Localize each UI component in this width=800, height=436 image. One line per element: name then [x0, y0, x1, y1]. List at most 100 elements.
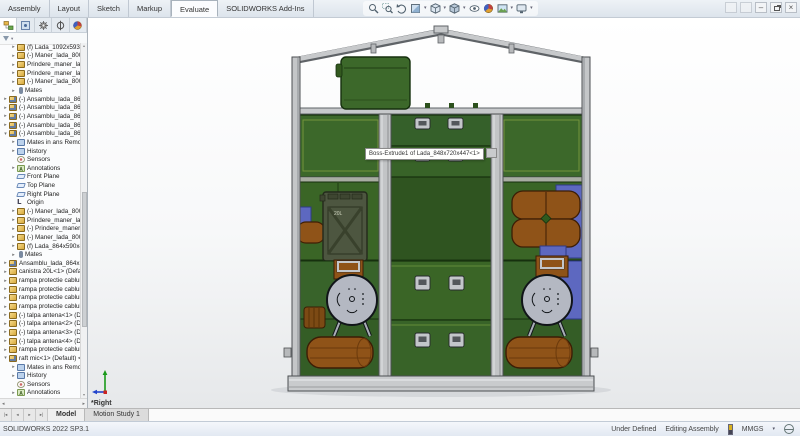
tree-item[interactable]: Sensors [0, 155, 80, 164]
zoom-to-fit-icon[interactable] [368, 3, 379, 14]
tree-item[interactable]: ▸ Mates in ans Remorca [0, 138, 80, 147]
tree-item[interactable]: ▸ rampa protectie cablului<1> [0, 276, 80, 285]
tree-item[interactable]: ▸ (-) talpa antena<1> (Defau [0, 311, 80, 320]
minimize-button[interactable]: – [755, 2, 767, 13]
tree-item[interactable]: ▸ (f) Lada_1092x593x394 [0, 43, 80, 52]
expand-arrow-icon[interactable]: ▸ [10, 165, 17, 171]
close-button[interactable]: × [785, 2, 797, 13]
expand-arrow-icon[interactable]: ▾ [2, 131, 9, 137]
expand-arrow-icon[interactable]: ▸ [2, 113, 9, 119]
section-view-icon[interactable] [410, 3, 421, 14]
tree-item[interactable]: ▸ History [0, 371, 80, 380]
units-caret-icon[interactable]: ▾ [772, 426, 775, 432]
configurationmanager-tab[interactable] [35, 18, 52, 32]
previous-view-icon[interactable] [396, 3, 407, 14]
expand-arrow-icon[interactable]: ▸ [10, 217, 17, 223]
expand-arrow-icon[interactable]: ▸ [10, 148, 17, 154]
expand-arrow-icon[interactable]: ▸ [2, 329, 9, 335]
toolbar-caret-icon[interactable]: ▾ [424, 1, 427, 16]
jerry-can[interactable]: 20L [320, 192, 367, 261]
propertymanager-tab[interactable] [17, 18, 34, 32]
tab-nav-button[interactable]: ▸ [24, 409, 36, 421]
tree-item[interactable]: ▸ (-) Maner_lada_800x47 [0, 233, 80, 242]
globe-icon[interactable] [784, 424, 794, 434]
help-button[interactable] [740, 2, 752, 13]
tab-nav-button[interactable]: ◂ [12, 409, 24, 421]
ribbon-tab[interactable]: Layout [50, 0, 90, 17]
expand-arrow-icon[interactable]: ▸ [10, 53, 17, 59]
expand-arrow-icon[interactable]: ▸ [10, 208, 17, 214]
tree-item[interactable]: ▸ Mates in ans Remorca [0, 363, 80, 372]
expand-arrow-icon[interactable]: ▸ [2, 260, 9, 266]
featuremanager-tab[interactable] [0, 18, 17, 32]
tree-item[interactable]: Right Plane [0, 190, 80, 199]
expand-arrow-icon[interactable]: ▸ [2, 321, 9, 327]
top-crate[interactable] [336, 57, 410, 109]
tree-item[interactable]: ▸ Prindere_maner_lada_8 [0, 60, 80, 69]
editing-mode-label[interactable]: Editing Assembly [665, 426, 718, 433]
tree-item[interactable]: ▸ rampa protectie cablului<5> [0, 345, 80, 354]
tree-item[interactable]: ▸ Mates [0, 86, 80, 95]
tree-item[interactable]: Front Plane [0, 173, 80, 182]
tree-item[interactable]: ▸ (-) talpa antena<2> (Defau [0, 320, 80, 329]
tree-item[interactable]: ▸ (-) Prindere_maner_lad [0, 224, 80, 233]
expand-arrow-icon[interactable]: ▸ [2, 347, 9, 353]
expand-arrow-icon[interactable]: ▸ [10, 70, 17, 76]
scroll-left-icon[interactable]: ◂ [2, 401, 5, 407]
ribbon-tab[interactable]: Sketch [89, 0, 129, 17]
center-crates[interactable] [390, 261, 492, 377]
displaymanager-tab[interactable] [70, 18, 87, 32]
trailer-roof[interactable] [293, 26, 589, 61]
display-style-icon[interactable] [449, 3, 460, 14]
upper-crates[interactable] [298, 115, 584, 177]
expand-arrow-icon[interactable]: ▸ [10, 88, 17, 94]
tree-item[interactable]: ▸ canistra 20L<1> (Default) < [0, 268, 80, 277]
collapse-ribbon-button[interactable] [725, 2, 737, 13]
expand-arrow-icon[interactable]: ▸ [2, 278, 9, 284]
tree-item[interactable]: ▸ Annotations [0, 389, 80, 398]
scrollbar-thumb[interactable] [82, 192, 87, 327]
tab-nav-button[interactable]: ▸| [36, 409, 48, 421]
expand-arrow-icon[interactable]: ▸ [10, 234, 17, 240]
expand-arrow-icon[interactable]: ▸ [2, 304, 9, 310]
tree-item[interactable]: ▸ (-) Maner_lada_800x47 [0, 52, 80, 61]
edit-appearance-icon[interactable] [483, 3, 494, 14]
document-tab[interactable]: Model [48, 409, 85, 421]
expand-arrow-icon[interactable]: ▸ [2, 122, 9, 128]
dimxpertmanager-tab[interactable] [52, 18, 69, 32]
ribbon-tab[interactable]: Assembly [0, 0, 50, 17]
toolbar-caret-icon[interactable]: ▾ [463, 1, 466, 16]
view-settings-icon[interactable] [516, 3, 527, 14]
ribbon-tab[interactable]: Markup [129, 0, 171, 17]
tree-item[interactable]: ▸ Mates [0, 250, 80, 259]
lower-items[interactable] [298, 246, 584, 377]
handle-box-right[interactable] [536, 256, 568, 277]
assembly-3d-model[interactable]: 20L [88, 18, 800, 408]
scroll-up-icon[interactable]: ▴ [81, 43, 87, 49]
expand-arrow-icon[interactable]: ▸ [10, 364, 17, 370]
expand-arrow-icon[interactable]: ▸ [10, 44, 17, 50]
tree-item[interactable]: ▸ (-) Maner_lada_800x47 [0, 207, 80, 216]
document-tab[interactable]: Motion Study 1 [85, 409, 149, 421]
view-orientation-icon[interactable] [430, 3, 441, 14]
apply-scene-icon[interactable] [497, 3, 508, 14]
toolbar-caret-icon[interactable]: ▾ [530, 1, 533, 16]
expand-arrow-icon[interactable]: ▸ [10, 226, 17, 232]
tree-item[interactable]: ▸ (-) Ansamblu_lada_864x590 [0, 95, 80, 104]
barrel-right[interactable] [506, 337, 572, 368]
expand-arrow-icon[interactable]: ▾ [2, 355, 9, 361]
tree-item[interactable]: ▸ (-) Maner_lada_800x47 [0, 78, 80, 87]
toolbar-caret-icon[interactable]: ▾ [511, 1, 514, 16]
units-selector[interactable]: MMGS [742, 426, 764, 433]
tree-item[interactable]: ▸ (-) Ansamblu_lada_864x590 [0, 103, 80, 112]
ribbon-tab[interactable]: SOLIDWORKS Add-Ins [218, 0, 313, 17]
zoom-to-area-icon[interactable] [382, 3, 393, 14]
tab-nav-button[interactable]: |◂ [0, 409, 12, 421]
expand-arrow-icon[interactable]: ▸ [10, 62, 17, 68]
expand-arrow-icon[interactable]: ▸ [2, 295, 9, 301]
expand-arrow-icon[interactable]: ▸ [10, 373, 17, 379]
tree-item[interactable]: ▾ (-) Ansamblu_lada_864x590 [0, 129, 80, 138]
restore-button[interactable] [770, 2, 782, 13]
tree-item[interactable]: ▸ Prindere_maner_lada_8 [0, 69, 80, 78]
expand-arrow-icon[interactable]: ▸ [10, 79, 17, 85]
